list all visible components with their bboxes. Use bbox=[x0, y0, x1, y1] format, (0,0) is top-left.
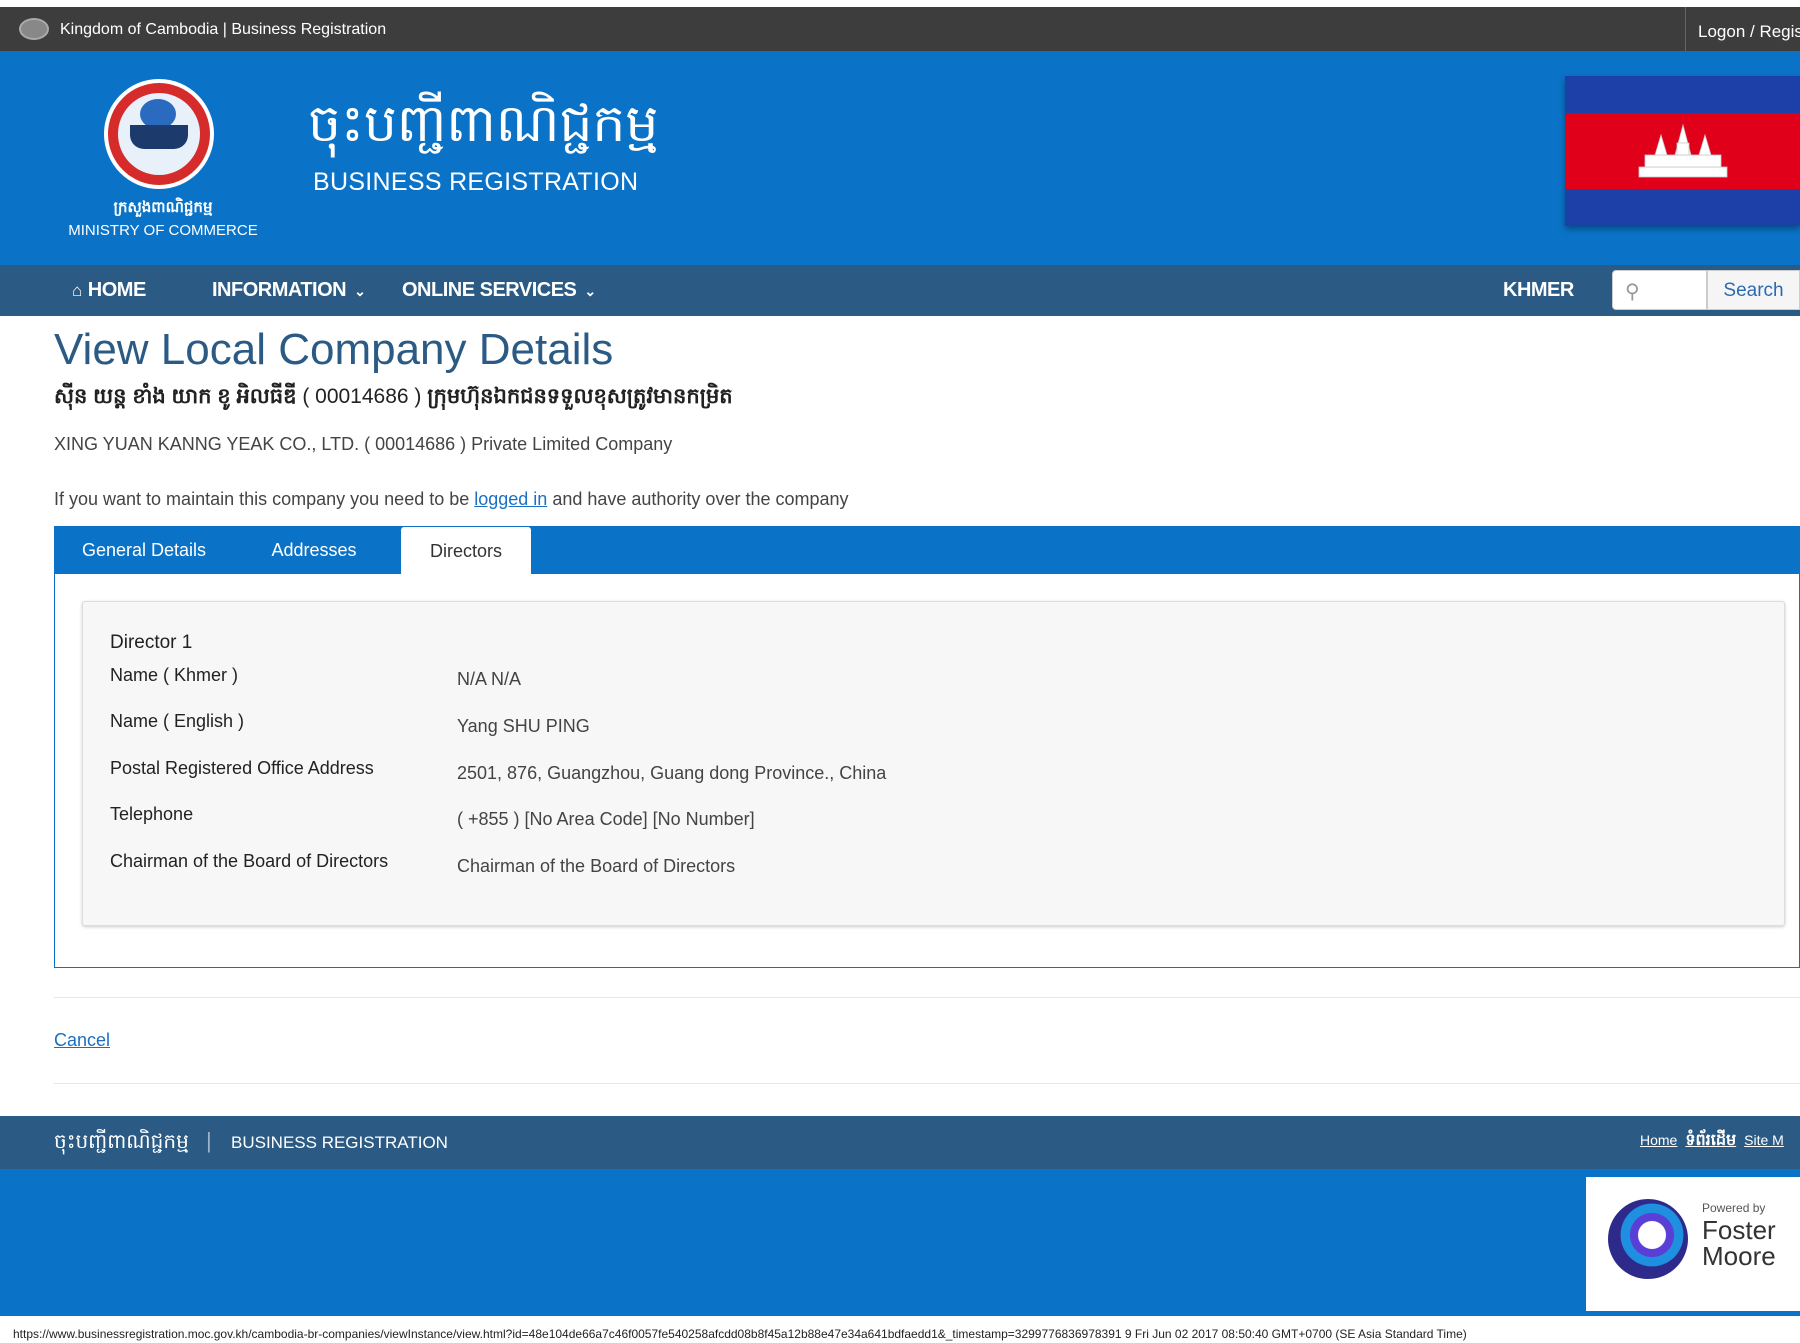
vendor-name: Foster Moore bbox=[1702, 1217, 1776, 1269]
field-value-name-khmer: N/A N/A bbox=[457, 669, 522, 689]
kingdom-emblem-icon bbox=[19, 18, 49, 40]
maintain-prefix: If you want to maintain this company you… bbox=[54, 489, 475, 509]
field-label-name-english: Name ( English ) bbox=[110, 711, 245, 731]
field-value-telephone: ( +855 ) [No Area Code] [No Number] bbox=[457, 809, 755, 829]
divider bbox=[54, 997, 1800, 998]
nav-home[interactable]: ⌂ HOME bbox=[72, 265, 146, 316]
search-icon: ⚲ bbox=[1625, 281, 1640, 303]
ministry-name-english: MINISTRY OF COMMERCE bbox=[68, 222, 258, 239]
divider bbox=[54, 1083, 1800, 1084]
nav-home-label: HOME bbox=[87, 279, 147, 301]
powered-by-label: Powered by bbox=[1702, 1201, 1766, 1215]
nav-information-label: INFORMATION bbox=[212, 279, 347, 301]
field-label-postal-address: Postal Registered Office Address bbox=[110, 758, 374, 778]
language-toggle[interactable]: KHMER bbox=[1503, 265, 1574, 316]
ministry-name-khmer: ក្រសួងពាណិជ្ជកម្ម bbox=[113, 199, 213, 216]
search-button[interactable]: Search bbox=[1707, 270, 1800, 310]
logged-in-link[interactable]: logged in bbox=[474, 489, 547, 509]
company-type-kh: ក្រុមហ៊ុនឯកជនទទួលខុសត្រូវមានកម្រិត bbox=[427, 385, 733, 408]
company-number: ( 00014686 ) bbox=[302, 385, 422, 408]
search-form: ⚲ Search bbox=[1612, 270, 1800, 310]
company-name-kh-text: ស៊ីន យន្ត ខាំង យាក ខូ អិលធីឌី bbox=[54, 385, 297, 408]
field-value-name-english: Yang SHU PING bbox=[457, 716, 590, 736]
site-label: Kingdom of Cambodia | Business Registrat… bbox=[60, 21, 387, 38]
field-value-chairman: Chairman of the Board of Directors bbox=[457, 856, 736, 876]
nav-online-services[interactable]: ONLINE SERVICES ⌄ bbox=[402, 265, 596, 316]
site-title-khmer: ចុះបញ្ជីពាណិជ្ជកម្ម bbox=[308, 94, 659, 154]
footer-link-home[interactable]: Home bbox=[1640, 1132, 1677, 1148]
director-card: Director 1 Name ( Khmer ) N/A N/A Name (… bbox=[82, 601, 1785, 926]
maintain-notice: If you want to maintain this company you… bbox=[54, 489, 849, 510]
chevron-down-icon: ⌄ bbox=[584, 283, 596, 299]
footer-area: Powered by Foster Moore bbox=[0, 1169, 1800, 1316]
tab-addresses[interactable]: Addresses bbox=[255, 526, 373, 574]
search-input[interactable]: ⚲ bbox=[1612, 270, 1707, 310]
nav-online-services-label: ONLINE SERVICES bbox=[402, 279, 577, 301]
foster-moore-logo-icon bbox=[1608, 1199, 1688, 1279]
maintain-suffix: and have authority over the company bbox=[547, 489, 849, 509]
vendor-name-line1: Foster bbox=[1702, 1215, 1776, 1245]
nav-information[interactable]: INFORMATION ⌄ bbox=[212, 265, 366, 316]
cancel-link[interactable]: Cancel bbox=[54, 1030, 110, 1051]
footer-separator: | bbox=[206, 1128, 212, 1153]
page-title: View Local Company Details bbox=[54, 325, 614, 374]
details-tabs: General Details Addresses Directors bbox=[54, 526, 1800, 574]
directors-panel: Director 1 Name ( Khmer ) N/A N/A Name (… bbox=[54, 574, 1800, 968]
home-icon: ⌂ bbox=[72, 281, 82, 300]
footer-bar: ចុះបញ្ជីពាណិជ្ជកម្ម | BUSINESS REGISTRAT… bbox=[0, 1116, 1800, 1169]
field-label-name-khmer: Name ( Khmer ) bbox=[110, 665, 239, 685]
footer-title-khmer: ចុះបញ្ជីពាណិជ្ជកម្ម bbox=[54, 1129, 189, 1153]
tab-directors[interactable]: Directors bbox=[401, 527, 531, 574]
site-header: ក្រសួងពាណិជ្ជកម្ម MINISTRY OF COMMERCE ច… bbox=[0, 51, 1800, 265]
main-nav: ⌂ HOME INFORMATION ⌄ ONLINE SERVICES ⌄ KHME… bbox=[0, 265, 1800, 316]
director-heading: Director 1 bbox=[110, 632, 193, 653]
ministry-seal-logo[interactable] bbox=[104, 79, 214, 189]
top-bar: Kingdom of Cambodia | Business Registrat… bbox=[0, 7, 1800, 51]
field-label-chairman: Chairman of the Board of Directors bbox=[110, 851, 389, 871]
footer-title-english: BUSINESS REGISTRATION bbox=[231, 1133, 448, 1152]
company-name-english: XING YUAN KANNG YEAK CO., LTD. ( 0001468… bbox=[54, 434, 673, 454]
logon-register-link[interactable]: Logon / Regist bbox=[1685, 7, 1800, 51]
vendor-name-line2: Moore bbox=[1702, 1241, 1776, 1271]
site-title-english: BUSINESS REGISTRATION bbox=[313, 168, 639, 196]
status-url-bar: https://www.businessregistration.moc.gov… bbox=[0, 1326, 1800, 1343]
foster-moore-badge[interactable]: Powered by Foster Moore bbox=[1586, 1177, 1800, 1311]
tab-general-details[interactable]: General Details bbox=[64, 526, 224, 574]
field-label-telephone: Telephone bbox=[110, 804, 194, 824]
footer-links: Home ទំព័រដើម Site M bbox=[1640, 1129, 1792, 1153]
footer-link-home-khmer[interactable]: ទំព័រដើម bbox=[1685, 1132, 1736, 1149]
cambodia-flag-icon bbox=[1565, 76, 1800, 226]
field-value-postal-address: 2501, 876, Guangzhou, Guang dong Provinc… bbox=[457, 763, 887, 783]
chevron-down-icon: ⌄ bbox=[354, 283, 366, 299]
angkor-wat-icon bbox=[1638, 123, 1728, 178]
footer-link-sitemap[interactable]: Site M bbox=[1744, 1132, 1784, 1148]
company-name-khmer: ស៊ីន យន្ត ខាំង យាក ខូ អិលធីឌី ( 00014686… bbox=[54, 383, 733, 414]
